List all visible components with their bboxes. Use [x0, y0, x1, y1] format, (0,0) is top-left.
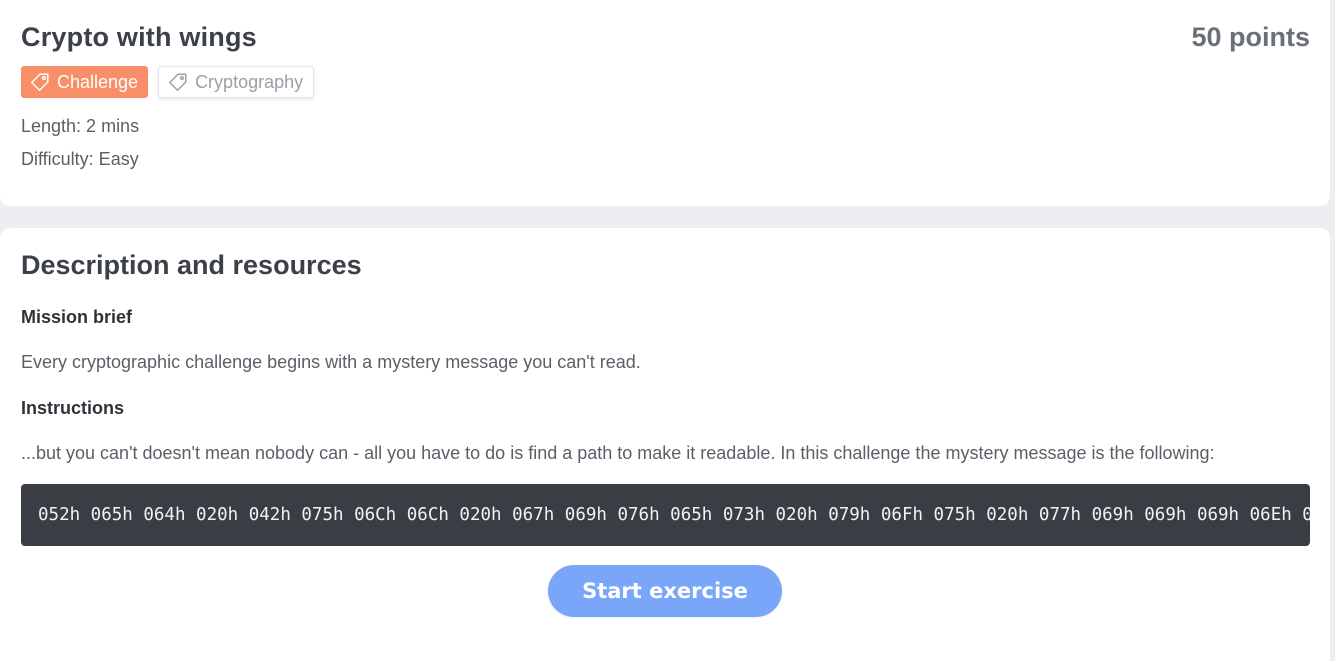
- mission-brief-text: Every cryptographic challenge begins wit…: [21, 352, 641, 372]
- tag-challenge[interactable]: Challenge: [21, 66, 149, 98]
- instructions-heading: Instructions: [21, 398, 125, 418]
- tag-label: Cryptography: [195, 71, 304, 92]
- challenge-title: Crypto with wings: [21, 22, 257, 52]
- tag-cryptography[interactable]: Cryptography: [158, 66, 315, 98]
- tag-list: Challenge Cryptography: [21, 66, 315, 98]
- tag-icon: [169, 73, 187, 91]
- challenge-difficulty: Difficulty: Easy: [21, 149, 139, 169]
- challenge-header-card: Crypto with wings 50 points Challenge Cr…: [0, 0, 1330, 206]
- challenge-points: 50 points: [1191, 22, 1310, 52]
- instructions-text: ...but you can't doesn't mean nobody can…: [21, 443, 1215, 463]
- mystery-message: 052h 065h 064h 020h 042h 075h 06Ch 06Ch …: [38, 505, 1310, 525]
- section-title: Description and resources: [21, 250, 362, 280]
- tag-icon: [31, 73, 49, 91]
- challenge-length: Length: 2 mins: [21, 116, 140, 136]
- description-card: Description and resources Mission brief …: [0, 228, 1330, 661]
- tag-label: Challenge: [57, 71, 139, 92]
- mystery-message-codebox[interactable]: 052h 065h 064h 020h 042h 075h 06Ch 06Ch …: [21, 484, 1310, 546]
- start-exercise-button[interactable]: Start exercise: [548, 565, 782, 617]
- mission-brief-heading: Mission brief: [21, 307, 133, 327]
